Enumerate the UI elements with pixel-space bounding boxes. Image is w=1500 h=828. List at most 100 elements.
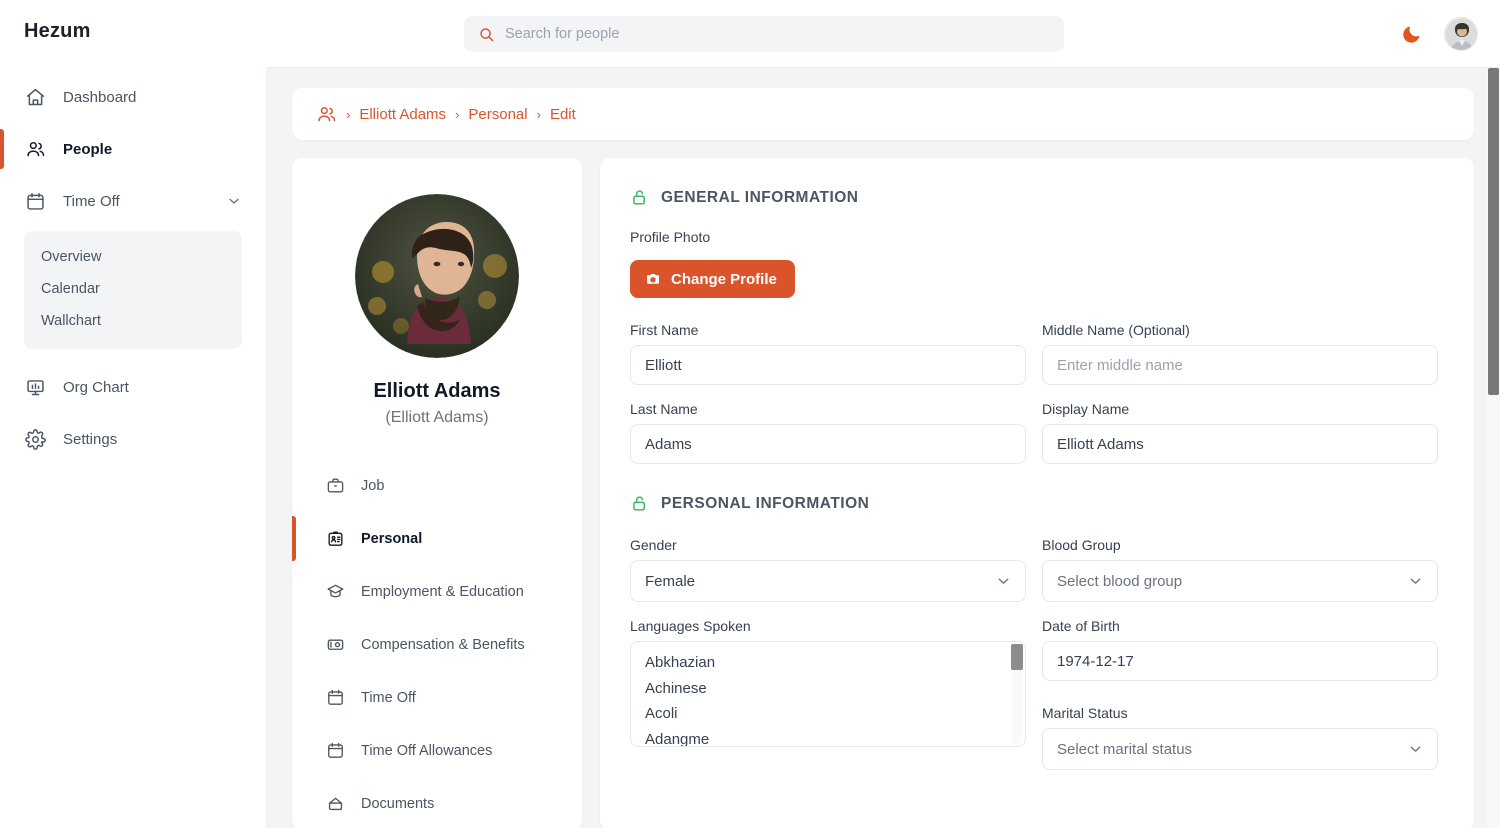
languages-spoken-label: Languages Spoken xyxy=(630,618,1026,634)
unlock-icon xyxy=(630,494,649,513)
profile-nav-job[interactable]: Job xyxy=(292,459,582,512)
personal-information-header: PERSONAL INFORMATION xyxy=(630,494,1436,513)
avatar[interactable] xyxy=(1444,17,1478,51)
breadcrumb-item-personal[interactable]: Personal xyxy=(468,106,527,123)
field-date-of-birth: Date of Birth xyxy=(1042,618,1438,681)
field-middle-name: Middle Name (Optional) xyxy=(1042,322,1438,385)
app-root: Hezum Dashboard People Time Off xyxy=(0,0,1500,828)
middle-name-input[interactable] xyxy=(1042,345,1438,385)
breadcrumb-item-edit[interactable]: Edit xyxy=(550,106,576,123)
profile-nav: Job Personal Employment xyxy=(292,459,582,828)
marital-status-select[interactable]: Select marital status xyxy=(1042,728,1438,770)
field-display-name: Display Name xyxy=(1042,401,1438,464)
profile-nav-personal[interactable]: Personal xyxy=(292,512,582,565)
people-icon[interactable] xyxy=(316,104,337,125)
blood-group-select[interactable]: Select blood group xyxy=(1042,560,1438,602)
profile-name: Elliott Adams xyxy=(292,380,582,403)
breadcrumb-item-person[interactable]: Elliott Adams xyxy=(359,106,446,123)
sidebar-item-label: Time Off xyxy=(63,193,120,210)
gender-label: Gender xyxy=(630,537,1026,553)
page-scrollbar-thumb[interactable] xyxy=(1488,68,1499,395)
briefcase-icon xyxy=(325,476,345,496)
sidebar-subitem-calendar[interactable]: Calendar xyxy=(24,273,242,305)
list-item[interactable]: Adangme xyxy=(631,727,1025,748)
main-area: › Elliott Adams › Personal › Edit xyxy=(266,0,1500,828)
profile-photo-label: Profile Photo xyxy=(630,229,1436,245)
sidebar-nav: Dashboard People Time Off Overview C xyxy=(0,71,266,465)
profile-nav-label: Job xyxy=(361,478,384,494)
profile-photo-block: Profile Photo Change Profile xyxy=(630,229,1436,298)
profile-nav-label: Time Off Allowances xyxy=(361,743,492,759)
list-item[interactable]: Achinese xyxy=(631,676,1025,702)
org-chart-icon xyxy=(24,376,46,398)
list-item[interactable]: Abkhazian xyxy=(631,650,1025,676)
profile-nav-time-off[interactable]: Time Off xyxy=(292,671,582,724)
listbox-scrollbar[interactable] xyxy=(1011,644,1023,744)
date-of-birth-input[interactable] xyxy=(1042,641,1438,681)
profile-nav-label: Employment & Education xyxy=(361,584,524,600)
moon-icon[interactable] xyxy=(1401,24,1422,45)
topbar-actions xyxy=(1401,0,1478,68)
sidebar-submenu-time-off: Overview Calendar Wallchart xyxy=(24,231,242,349)
id-badge-icon xyxy=(325,529,345,549)
sidebar-item-label: Settings xyxy=(63,431,117,448)
graduation-cap-icon xyxy=(325,582,345,602)
sidebar-item-people[interactable]: People xyxy=(0,123,266,175)
sidebar-item-label: Dashboard xyxy=(63,89,136,106)
last-name-label: Last Name xyxy=(630,401,1026,417)
field-last-name: Last Name xyxy=(630,401,1026,464)
breadcrumb-separator: › xyxy=(346,107,350,122)
languages-spoken-listbox[interactable]: Abkhazian Achinese Acoli Adangme Adygei xyxy=(630,641,1026,747)
change-profile-button[interactable]: Change Profile xyxy=(630,260,795,298)
display-name-label: Display Name xyxy=(1042,401,1438,417)
columns: Elliott Adams (Elliott Adams) Job xyxy=(292,158,1474,828)
list-item[interactable]: Acoli xyxy=(631,701,1025,727)
gear-icon xyxy=(24,428,46,450)
general-fields-grid: First Name Middle Name (Optional) Last N… xyxy=(630,322,1436,464)
page-scrollbar[interactable] xyxy=(1486,68,1500,828)
field-languages-spoken: Languages Spoken Abkhazian Achinese Acol… xyxy=(630,618,1026,770)
search-input[interactable] xyxy=(505,26,1050,42)
people-icon xyxy=(24,138,46,160)
field-marital-status: Marital Status Select marital status xyxy=(1042,705,1438,770)
sidebar-item-dashboard[interactable]: Dashboard xyxy=(0,71,266,123)
profile-nav-label: Time Off xyxy=(361,690,416,706)
breadcrumb-separator: › xyxy=(537,107,541,122)
field-gender: Gender Female xyxy=(630,537,1026,602)
profile-nav-compensation-benefits[interactable]: Compensation & Benefits xyxy=(292,618,582,671)
first-name-input[interactable] xyxy=(630,345,1026,385)
listbox-scrollbar-thumb[interactable] xyxy=(1011,644,1023,670)
display-name-input[interactable] xyxy=(1042,424,1438,464)
profile-nav-documents[interactable]: Documents xyxy=(292,777,582,828)
change-profile-label: Change Profile xyxy=(671,271,777,288)
last-name-input[interactable] xyxy=(630,424,1026,464)
page-content: › Elliott Adams › Personal › Edit xyxy=(266,68,1500,828)
calendar-icon xyxy=(325,741,345,761)
search-bar[interactable] xyxy=(464,16,1064,52)
right-column-stack: Date of Birth Marital Status Select mari… xyxy=(1042,618,1438,770)
breadcrumb: › Elliott Adams › Personal › Edit xyxy=(292,88,1474,140)
sidebar-subitem-overview[interactable]: Overview xyxy=(24,241,242,273)
general-information-title: GENERAL INFORMATION xyxy=(661,189,859,207)
chevron-down-icon[interactable] xyxy=(226,193,242,209)
personal-information-title: PERSONAL INFORMATION xyxy=(661,495,869,513)
profile-nav-time-off-allowances[interactable]: Time Off Allowances xyxy=(292,724,582,777)
gender-select-wrap: Female xyxy=(630,560,1026,602)
profile-nav-employment-education[interactable]: Employment & Education xyxy=(292,565,582,618)
documents-icon xyxy=(325,794,345,814)
field-blood-group: Blood Group Select blood group xyxy=(1042,537,1438,602)
sidebar-item-settings[interactable]: Settings xyxy=(0,413,266,465)
sidebar-subitem-wallchart[interactable]: Wallchart xyxy=(24,305,242,337)
profile-nav-label: Documents xyxy=(361,796,434,812)
first-name-label: First Name xyxy=(630,322,1026,338)
date-of-birth-label: Date of Birth xyxy=(1042,618,1438,634)
sidebar-item-time-off[interactable]: Time Off xyxy=(0,175,266,227)
gender-select[interactable]: Female xyxy=(630,560,1026,602)
sidebar-item-label: Org Chart xyxy=(63,379,129,396)
blood-group-label: Blood Group xyxy=(1042,537,1438,553)
sidebar-item-label: People xyxy=(63,141,112,158)
search-icon xyxy=(478,26,495,43)
field-first-name: First Name xyxy=(630,322,1026,385)
marital-status-select-wrap: Select marital status xyxy=(1042,728,1438,770)
sidebar-item-org-chart[interactable]: Org Chart xyxy=(0,361,266,413)
